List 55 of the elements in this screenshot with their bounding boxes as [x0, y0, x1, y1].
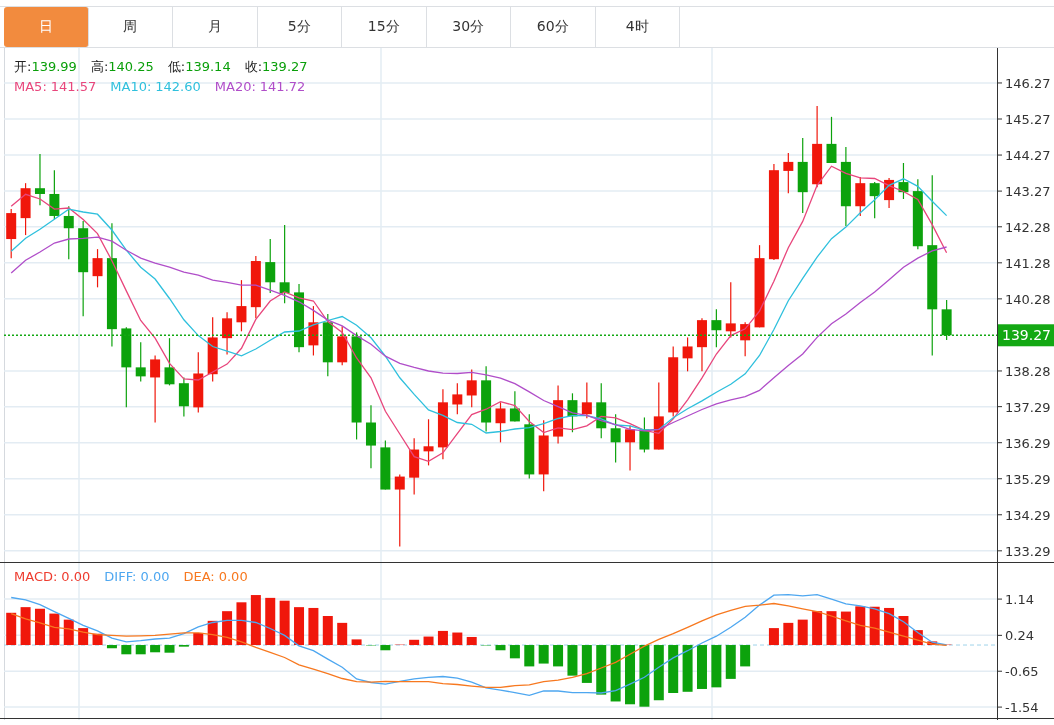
legend-label: 低: [167, 58, 186, 75]
legend-value: 139.14 [185, 58, 231, 75]
y-tick-label: 146.27 [1005, 75, 1051, 91]
y-tick-label: 135.29 [1005, 471, 1051, 487]
y-tick-label: 140.28 [1005, 291, 1051, 307]
legend-label: 高: [90, 58, 109, 75]
legend-label: 开: [14, 58, 32, 75]
axis-label: 138.28 [996, 363, 1051, 379]
axis-label: 134.29 [996, 507, 1051, 523]
axis-label: 143.27 [996, 184, 1051, 200]
axis-label: 133.29 [996, 543, 1051, 559]
y-tick-label: -0.65 [1005, 664, 1039, 680]
legend-value: 0.00 [218, 568, 248, 585]
legend-value: 0.00 [61, 568, 91, 585]
axis-label: 145.27 [996, 112, 1051, 127]
legend-label: MA5: [14, 78, 47, 95]
legend-value: 141.57 [50, 78, 97, 95]
y-tick-label: 134.29 [1005, 507, 1051, 523]
axis-label: 135.29 [996, 471, 1051, 487]
axis-label: 141.28 [996, 255, 1051, 271]
legend-label: MA20: [214, 78, 256, 95]
axis-label: 140.28 [996, 291, 1051, 307]
legend-value: 142.60 [155, 78, 201, 95]
y-tick-label: -1.54 [1005, 700, 1039, 716]
axis-label: 136.29 [996, 435, 1051, 451]
price-tag: 139.27 [998, 324, 1054, 347]
y-tick-label: 133.29 [1005, 543, 1051, 559]
legend-value: 140.25 [108, 58, 154, 75]
legend-value: 139.27 [262, 58, 308, 75]
y-tick-label: 143.27 [1005, 184, 1051, 200]
y-tick-label: 137.29 [1005, 399, 1051, 415]
y-tick-label: 138.28 [1005, 363, 1051, 379]
axis-label: 146.27 [996, 75, 1051, 91]
axis-label: 144.27 [996, 148, 1051, 164]
axis-label: -1.54 [996, 700, 1039, 716]
y-tick-label: 136.29 [1005, 435, 1051, 451]
y-tick-label: 141.28 [1005, 255, 1051, 271]
legend-label: DIFF: [104, 568, 137, 585]
legend-value: 139.99 [31, 58, 77, 75]
axis-label: 0.24 [996, 628, 1034, 644]
y-tick-label: 145.27 [1005, 112, 1051, 128]
legend-label: DEA: [183, 568, 215, 585]
axis-label: 1.14 [996, 592, 1034, 608]
axis-label: 137.29 [996, 399, 1051, 415]
axis-label: 142.28 [996, 219, 1051, 235]
legend-label: MA10: [110, 78, 152, 95]
y-tick-label: 1.14 [1005, 592, 1034, 608]
y-tick-label: 144.27 [1005, 148, 1051, 164]
legend-label: 收: [244, 58, 263, 75]
y-tick-label: 142.28 [1005, 219, 1051, 235]
axis-label: -0.65 [996, 664, 1039, 680]
legend-value: 0.00 [140, 568, 170, 585]
legend-value: 141.72 [259, 78, 306, 95]
legend-label: MACD: [14, 568, 58, 585]
y-tick-label: 0.24 [1005, 628, 1034, 644]
